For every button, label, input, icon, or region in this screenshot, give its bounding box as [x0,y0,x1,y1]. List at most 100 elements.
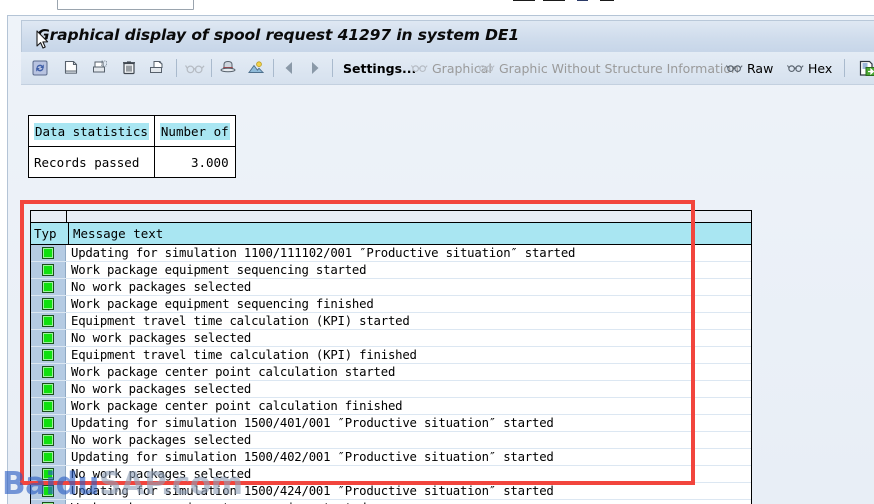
status-success-icon [42,366,54,378]
message-list-header-row: Typ Message text [31,223,751,245]
status-success-icon [42,400,54,412]
clipped-top-strip [0,0,874,14]
stats-data-row: Records passed 3.000 [28,146,236,178]
message-text: Work package equipment sequencing finish… [71,297,374,311]
data-statistics-table: Data statistics Number of Records passed… [28,115,236,178]
status-icon-cell [31,500,66,504]
status-icon-cell [31,330,66,346]
message-list-body: Updating for simulation 1100/111102/001 … [31,245,751,504]
stats-row-label: Records passed [28,146,155,178]
graphic-without-structure-label: Graphic Without Structure Information [499,60,739,76]
status-success-icon [42,281,54,293]
stats-header-label-0: Data statistics [34,122,149,140]
clipped-glyph-3 [577,0,588,1]
message-text: No work packages selected [71,382,252,396]
window-title-bar: Graphical display of spool request 41297… [21,20,874,54]
status-icon-cell [31,432,66,448]
settings-label: Settings... [343,60,417,76]
application-toolbar: Settings... Graphical Graphic Without St… [21,52,874,85]
refresh-icon[interactable] [26,52,54,84]
hex-label: Hex [808,60,833,76]
document-icon[interactable] [57,52,85,84]
glasses-icon-structure [478,61,495,76]
status-success-icon [42,383,54,395]
message-row[interactable]: Equipment travel time calculation (KPI) … [31,313,751,330]
app-root: Graphical display of spool request 41297… [0,0,874,504]
message-row[interactable]: No work packages selected [31,432,751,449]
message-text: No work packages selected [71,467,252,481]
message-list-table: Typ Message text Updating for simulation… [30,210,752,504]
hex-button[interactable]: Hex [787,52,832,84]
clipped-glyph-2 [543,0,565,1]
status-icon-cell [31,279,66,295]
status-success-icon [42,332,54,344]
status-success-icon [42,417,54,429]
spool-display-window: Graphical display of spool request 41297… [7,15,874,504]
toolbar-separator-2 [211,59,212,77]
glasses-icon [181,52,209,84]
message-row[interactable]: Work package equipment sequencing finish… [31,296,751,313]
message-text: Work package center point calculation st… [71,365,396,379]
status-icon-cell [31,262,66,278]
toolbar-separator-3 [273,59,274,77]
message-row[interactable]: No work packages selected [31,466,751,483]
status-success-icon [42,315,54,327]
message-row[interactable]: No work packages selected [31,330,751,347]
status-success-icon [42,349,54,361]
message-text: Equipment travel time calculation (KPI) … [71,348,417,362]
message-row[interactable]: Work package equipment sequencing starte… [31,500,751,504]
print-selected-icon[interactable] [86,52,114,84]
message-row[interactable]: Equipment travel time calculation (KPI) … [31,347,751,364]
status-success-icon [42,434,54,446]
message-text: Updating for simulation 1500/424/001 ″Pr… [71,484,554,498]
previous-page-icon[interactable] [277,52,301,84]
print-icon[interactable] [143,52,171,84]
picture-icon[interactable] [242,52,270,84]
status-icon-cell [31,415,66,431]
column-header-message-text[interactable]: Message text [69,223,751,244]
message-text: Work package equipment sequencing starte… [66,500,751,504]
status-icon-cell [31,296,66,312]
column-header-typ[interactable]: Typ [31,223,69,244]
toolbar-separator-4 [332,59,333,77]
message-list-top-strip-col [31,211,67,222]
status-icon-cell [31,381,66,397]
status-icon-cell [31,245,66,261]
status-icon-cell [31,347,66,363]
clipped-input-field[interactable] [57,0,194,10]
message-row[interactable]: Work package center point calculation fi… [31,398,751,415]
delete-icon[interactable] [115,52,143,84]
hat-icon[interactable] [214,52,242,84]
stats-row-value: 3.000 [153,146,236,178]
message-row[interactable]: Work package equipment sequencing starte… [31,262,751,279]
graphic-without-structure-button: Graphic Without Structure Information [478,52,739,84]
message-text: Updating for simulation 1500/401/001 ″Pr… [71,416,554,430]
message-row[interactable]: Updating for simulation 1100/111102/001 … [31,245,751,262]
status-success-icon [42,485,54,497]
message-row[interactable]: Updating for simulation 1500/402/001 ″Pr… [31,449,751,466]
clipped-glyph-4 [600,0,614,1]
message-text: Updating for simulation 1500/402/001 ″Pr… [71,450,554,464]
message-row[interactable]: Updating for simulation 1500/424/001 ″Pr… [31,483,751,500]
stats-header-cell-1: Number of [153,115,236,147]
message-row[interactable]: No work packages selected [31,381,751,398]
message-row[interactable]: No work packages selected [31,279,751,296]
next-page-icon[interactable] [303,52,327,84]
message-text: Updating for simulation 1100/111102/001 … [71,246,576,260]
raw-label: Raw [747,60,774,76]
message-row[interactable]: Updating for simulation 1500/401/001 ″Pr… [31,415,751,432]
status-success-icon [42,298,54,310]
message-text: No work packages selected [71,280,252,294]
export-icon[interactable] [853,52,874,84]
settings-button[interactable]: Settings... [343,52,416,84]
raw-button[interactable]: Raw [726,52,773,84]
message-text: Work package equipment sequencing starte… [71,263,367,277]
status-icon-cell [31,483,66,499]
glasses-icon-raw [726,61,743,76]
status-success-icon [42,264,54,276]
page-title: Graphical display of spool request 41297… [37,26,520,44]
status-icon-cell [31,313,66,329]
stats-header-cell-0: Data statistics [28,115,155,147]
message-text: Work package center point calculation fi… [71,399,403,413]
message-row[interactable]: Work package center point calculation st… [31,364,751,381]
